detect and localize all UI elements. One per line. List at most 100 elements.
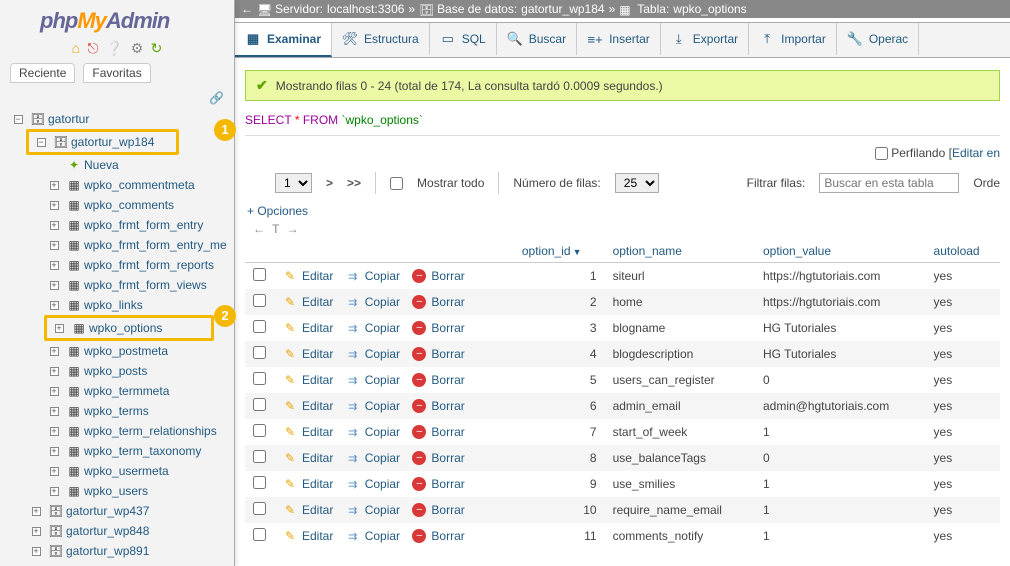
- bc-server[interactable]: localhost:3306: [327, 2, 404, 16]
- expand-icon[interactable]: +: [50, 447, 59, 456]
- expand-icon[interactable]: +: [50, 241, 59, 250]
- expand-icon[interactable]: +: [50, 281, 59, 290]
- edit-link[interactable]: Editar: [302, 399, 333, 413]
- edit-link[interactable]: Editar: [302, 451, 333, 465]
- tree-table-label[interactable]: wpko_commentmeta: [84, 175, 195, 195]
- tree-db[interactable]: +🗄gatortur_wp437: [26, 501, 234, 521]
- tree-new[interactable]: ✦ Nueva: [44, 155, 234, 175]
- expand-icon[interactable]: +: [50, 487, 59, 496]
- tab-sql[interactable]: ▭SQL: [430, 23, 497, 55]
- tree-table-label[interactable]: wpko_comments: [84, 195, 174, 215]
- expand-icon[interactable]: +: [50, 467, 59, 476]
- copy-link[interactable]: Copiar: [365, 477, 400, 491]
- delete-link[interactable]: Borrar: [431, 399, 464, 413]
- last-page-button[interactable]: >>: [347, 176, 361, 190]
- tree-table-label[interactable]: wpko_options: [89, 318, 162, 338]
- col-option-id[interactable]: option_id: [522, 244, 571, 258]
- tab-operac[interactable]: 🔧Operac: [837, 23, 919, 55]
- page-select[interactable]: 1: [275, 173, 312, 193]
- tree-table[interactable]: +▦wpko_posts: [44, 361, 234, 381]
- delete-link[interactable]: Borrar: [431, 347, 464, 361]
- tree-table[interactable]: +▦wpko_frmt_form_entry: [44, 215, 234, 235]
- copy-link[interactable]: Copiar: [365, 321, 400, 335]
- tree-table[interactable]: +▦wpko_frmt_form_reports: [44, 255, 234, 275]
- copy-link[interactable]: Copiar: [365, 425, 400, 439]
- tab-examinar[interactable]: ▦Examinar: [235, 23, 332, 57]
- settings-icon[interactable]: ⚙: [131, 40, 144, 57]
- row-checkbox[interactable]: [253, 450, 266, 463]
- tree-table[interactable]: +▦wpko_term_relationships: [44, 421, 234, 441]
- edit-link[interactable]: Editar: [302, 503, 333, 517]
- collapse-icon[interactable]: −: [14, 115, 23, 124]
- expand-icon[interactable]: +: [50, 347, 59, 356]
- delete-link[interactable]: Borrar: [431, 503, 464, 517]
- edit-link[interactable]: Editar: [302, 529, 333, 543]
- tree-table[interactable]: +▦wpko_links: [44, 295, 234, 315]
- tree-table[interactable]: +▦wpko_postmeta: [44, 341, 234, 361]
- tree-table[interactable]: +▦wpko_terms: [44, 401, 234, 421]
- tree-table[interactable]: +▦wpko_options 2: [44, 315, 234, 341]
- tab-importar[interactable]: ⤒Importar: [749, 23, 837, 55]
- docs-icon[interactable]: ❔: [106, 40, 123, 57]
- row-checkbox[interactable]: [253, 424, 266, 437]
- delete-link[interactable]: Borrar: [431, 373, 464, 387]
- tree-table-label[interactable]: wpko_posts: [84, 361, 147, 381]
- copy-link[interactable]: Copiar: [365, 399, 400, 413]
- edit-link[interactable]: Editar: [302, 373, 333, 387]
- copy-link[interactable]: Copiar: [365, 373, 400, 387]
- tree-table[interactable]: +▦wpko_termmeta: [44, 381, 234, 401]
- tree-table[interactable]: +▦wpko_term_taxonomy: [44, 441, 234, 461]
- delete-link[interactable]: Borrar: [431, 529, 464, 543]
- row-checkbox[interactable]: [253, 528, 266, 541]
- delete-link[interactable]: Borrar: [431, 295, 464, 309]
- tree-table[interactable]: +▦wpko_comments: [44, 195, 234, 215]
- expand-icon[interactable]: +: [50, 367, 59, 376]
- edit-link[interactable]: Editar: [302, 477, 333, 491]
- copy-link[interactable]: Copiar: [365, 503, 400, 517]
- expand-icon[interactable]: +: [50, 387, 59, 396]
- copy-link[interactable]: Copiar: [365, 529, 400, 543]
- expand-icon[interactable]: +: [32, 507, 41, 516]
- options-toggle[interactable]: + Opciones: [245, 202, 1000, 220]
- delete-link[interactable]: Borrar: [431, 425, 464, 439]
- expand-icon[interactable]: +: [32, 547, 41, 556]
- tree-table-label[interactable]: wpko_termmeta: [84, 381, 169, 401]
- logout-icon[interactable]: ⎋: [87, 40, 98, 57]
- tree-table[interactable]: +▦wpko_usermeta: [44, 461, 234, 481]
- bc-db[interactable]: gatortur_wp184: [521, 2, 604, 16]
- tree-db-label[interactable]: gatortur_wp848: [66, 521, 149, 541]
- delete-link[interactable]: Borrar: [431, 477, 464, 491]
- edit-inline-link[interactable]: Editar en: [952, 146, 1000, 160]
- copy-link[interactable]: Copiar: [365, 451, 400, 465]
- tree-table-label[interactable]: wpko_term_taxonomy: [84, 441, 201, 461]
- edit-link[interactable]: Editar: [302, 321, 333, 335]
- row-checkbox[interactable]: [253, 346, 266, 359]
- row-checkbox[interactable]: [253, 268, 266, 281]
- tab-estructura[interactable]: 🛠Estructura: [332, 23, 430, 55]
- bc-table[interactable]: wpko_options: [673, 2, 746, 16]
- tree-db[interactable]: +🗄gatortur_wp848: [26, 521, 234, 541]
- expand-icon[interactable]: +: [50, 221, 59, 230]
- copy-link[interactable]: Copiar: [365, 347, 400, 361]
- expand-icon[interactable]: +: [32, 527, 41, 536]
- delete-link[interactable]: Borrar: [431, 269, 464, 283]
- tree-table[interactable]: +▦wpko_users: [44, 481, 234, 501]
- next-page-button[interactable]: >: [326, 176, 333, 190]
- filter-input[interactable]: [819, 173, 959, 193]
- expand-icon[interactable]: +: [50, 181, 59, 190]
- tree-table[interactable]: +▦wpko_commentmeta: [44, 175, 234, 195]
- row-checkbox[interactable]: [253, 372, 266, 385]
- row-checkbox[interactable]: [253, 320, 266, 333]
- rows-select[interactable]: 25: [615, 173, 659, 193]
- tree-table-label[interactable]: wpko_frmt_form_views: [84, 275, 207, 295]
- tree-table-label[interactable]: wpko_frmt_form_reports: [84, 255, 214, 275]
- link-icon[interactable]: 🔗: [209, 91, 224, 105]
- home-icon[interactable]: ⌂: [72, 40, 80, 56]
- tree-table-label[interactable]: wpko_frmt_form_entry: [84, 215, 203, 235]
- tree-db-label[interactable]: gatortur_wp437: [66, 501, 149, 521]
- expand-icon[interactable]: +: [50, 261, 59, 270]
- row-checkbox[interactable]: [253, 476, 266, 489]
- tab-insertar[interactable]: ≡+Insertar: [577, 23, 661, 55]
- tree-table-label[interactable]: wpko_frmt_form_entry_me: [84, 235, 227, 255]
- tree-db-label[interactable]: gatortur_wp891: [66, 541, 149, 561]
